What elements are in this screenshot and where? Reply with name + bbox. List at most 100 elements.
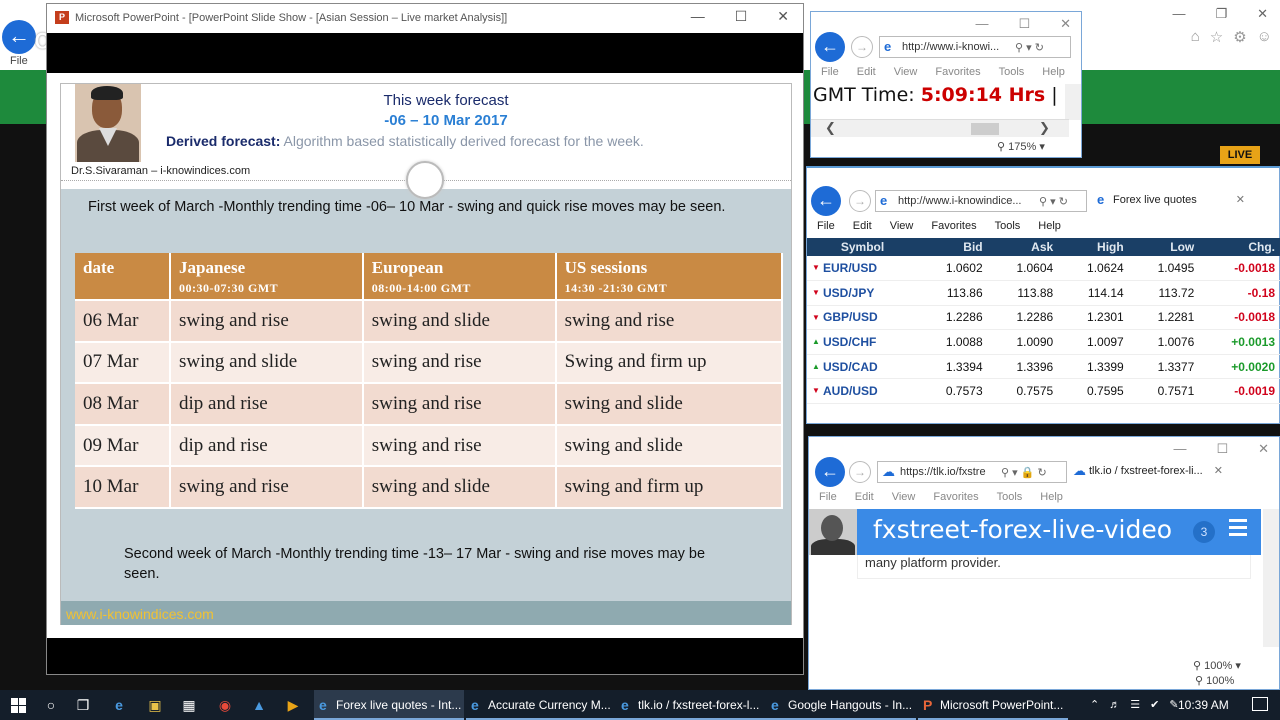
back-button[interactable]: ← (815, 32, 845, 62)
maximize-icon[interactable]: ☐ (735, 8, 748, 25)
col-high[interactable]: High (1059, 238, 1130, 256)
chg-cell: -0.0018 (1200, 256, 1280, 282)
menu-tools[interactable]: Tools (997, 491, 1023, 503)
minimize-icon[interactable]: — (691, 8, 705, 25)
author-name: Dr.S.Sivaraman – i-knowindices.com (71, 165, 251, 177)
close-icon[interactable]: ✕ (1257, 6, 1268, 22)
smiley-icon[interactable]: ☺ (1257, 28, 1272, 46)
back-button[interactable]: ← (815, 457, 845, 487)
table-row[interactable]: ▼ EUR/USD 1.0602 1.0604 1.0624 1.0495 -0.… (807, 256, 1280, 282)
zoom-level[interactable]: ⚲ 100% ▾ (1193, 659, 1241, 672)
menu-edit[interactable]: Edit (853, 220, 872, 232)
star-icon[interactable]: ☆ (1210, 28, 1223, 46)
scroll-right-icon[interactable]: ❯ (1039, 120, 1050, 136)
table-cell: swing and slide (555, 424, 784, 468)
scroll-left-icon[interactable]: ❮ (825, 120, 836, 136)
menu-view[interactable]: View (890, 220, 914, 232)
maximize-icon[interactable]: ☐ (1018, 16, 1030, 32)
menu-file[interactable]: File (817, 220, 835, 232)
edge-icon[interactable]: e (110, 696, 128, 714)
maximize-icon[interactable]: ☐ (1216, 441, 1228, 457)
chevron-up-icon[interactable]: ⌃ (1090, 690, 1099, 720)
tab-tlk-io[interactable]: ☁ tlk.io / fxstreet-forex-li... ✕ (1069, 461, 1227, 483)
home-icon[interactable]: ⌂ (1191, 28, 1200, 46)
restore-icon[interactable]: ❐ (1215, 6, 1227, 22)
taskbar: ○ ❐ e ▣ ▦ ◉ ▲ ▶ e Forex live quotes - Int… (0, 690, 1280, 720)
forward-button[interactable]: → (849, 190, 871, 212)
back-icon[interactable]: ← (2, 20, 36, 54)
task-view-icon[interactable]: ❐ (74, 696, 92, 714)
forward-button[interactable]: → (851, 36, 873, 58)
col-ask[interactable]: Ask (988, 238, 1060, 256)
horizontal-scrollbar[interactable]: ❮ ❯ (811, 119, 1069, 137)
file-menu[interactable]: File (10, 55, 28, 67)
col-low[interactable]: Low (1129, 238, 1201, 256)
participant-count-badge[interactable]: 3 (1193, 521, 1215, 543)
down-arrow-icon: ▼ (812, 386, 820, 396)
hamburger-menu-icon[interactable] (1229, 519, 1247, 540)
minimize-icon[interactable]: — (1172, 6, 1185, 22)
tlk-chat-window: — ☐ ✕ ← → ☁ https://tlk.io/fxstre ⚲ ▾ 🔒 … (808, 436, 1280, 690)
media-icon[interactable]: ▶ (284, 696, 302, 714)
network-icon[interactable]: ☰ (1130, 690, 1140, 720)
menu-tools[interactable]: Tools (995, 220, 1021, 232)
close-tab-icon[interactable]: ✕ (1214, 461, 1223, 481)
taskbar-item-hangouts[interactable]: e Google Hangouts - In... (766, 690, 916, 720)
menu-favorites[interactable]: Favorites (935, 66, 980, 78)
windows-start-icon[interactable] (0, 690, 36, 720)
table-row[interactable]: ▲ USD/CHF 1.0088 1.0090 1.0097 1.0076 +0.… (807, 329, 1280, 355)
menu-file[interactable]: File (819, 491, 837, 503)
gear-icon[interactable]: ⚙ (1233, 28, 1246, 46)
file-explorer-icon[interactable]: ▣ (146, 696, 164, 714)
taskbar-item-tlk[interactable]: e tlk.io / fxstreet-forex-l... (616, 690, 766, 720)
minimize-icon[interactable]: — (975, 16, 988, 32)
col-chg[interactable]: Chg. (1200, 238, 1280, 256)
menu-favorites[interactable]: Favorites (933, 491, 978, 503)
table-row[interactable]: ▼ GBP/USD 1.2286 1.2286 1.2301 1.2281 -0.… (807, 305, 1280, 331)
menu-file[interactable]: File (821, 66, 839, 78)
col-symbol[interactable]: Symbol (807, 238, 919, 256)
menu-tools[interactable]: Tools (999, 66, 1025, 78)
close-icon[interactable]: ✕ (1258, 441, 1269, 457)
low-cell: 113.72 (1129, 280, 1201, 306)
search-icon[interactable]: ○ (42, 696, 60, 714)
menu-edit[interactable]: Edit (857, 66, 876, 78)
notification-icon[interactable] (1252, 697, 1268, 711)
menu-help[interactable]: Help (1038, 220, 1061, 232)
taskbar-item-currency[interactable]: e Accurate Currency M... (466, 690, 616, 720)
menu-favorites[interactable]: Favorites (931, 220, 976, 232)
store-icon[interactable]: ▦ (180, 696, 198, 714)
menu-help[interactable]: Help (1042, 66, 1065, 78)
clock[interactable]: 10:39 AM (1178, 690, 1229, 720)
table-row[interactable]: ▲ USD/CAD 1.3394 1.3396 1.3399 1.3377 +0.… (807, 354, 1280, 380)
chrome-icon[interactable]: ◉ (216, 696, 234, 714)
bid-cell: 1.0088 (918, 329, 989, 355)
close-icon[interactable]: ✕ (777, 8, 789, 25)
col-bid[interactable]: Bid (918, 238, 989, 256)
close-tab-icon[interactable]: ✕ (1236, 190, 1245, 210)
menu-help[interactable]: Help (1040, 491, 1063, 503)
check-icon[interactable]: ✔ (1150, 690, 1159, 720)
back-button[interactable]: ← (811, 186, 841, 216)
vertical-scrollbar[interactable] (1065, 84, 1081, 120)
scroll-thumb[interactable] (971, 123, 999, 135)
zoom-level[interactable]: ⚲ 175% ▾ (997, 140, 1045, 153)
ie-icon: e (319, 697, 327, 713)
close-icon[interactable]: ✕ (1060, 16, 1071, 32)
menu-view[interactable]: View (892, 491, 916, 503)
table-cell: swing and slide (362, 300, 557, 343)
table-row: 08 Mar dip and rise swing and rise swing… (75, 383, 784, 426)
forward-button[interactable]: → (849, 461, 871, 483)
powerpoint-titlebar[interactable]: P Microsoft PowerPoint - [PowerPoint Sli… (47, 4, 803, 33)
app-icon[interactable]: ▲ (250, 696, 268, 714)
tab-forex-live-quotes[interactable]: e Forex live quotes ✕ (1093, 190, 1249, 212)
taskbar-item-powerpoint[interactable]: P Microsoft PowerPoint... (918, 690, 1068, 720)
minimize-icon[interactable]: — (1173, 441, 1186, 457)
taskbar-item-forex-quotes[interactable]: e Forex live quotes - Int... (314, 690, 464, 720)
volume-icon[interactable]: ♬ (1109, 690, 1120, 720)
vertical-scrollbar[interactable] (1263, 509, 1279, 647)
menu-view[interactable]: View (894, 66, 918, 78)
menu-edit[interactable]: Edit (855, 491, 874, 503)
table-row[interactable]: ▼ AUD/USD 0.7573 0.7575 0.7595 0.7571 -0.… (807, 378, 1280, 405)
table-row[interactable]: ▼ USD/JPY 113.86 113.88 114.14 113.72 -0.… (807, 280, 1280, 306)
